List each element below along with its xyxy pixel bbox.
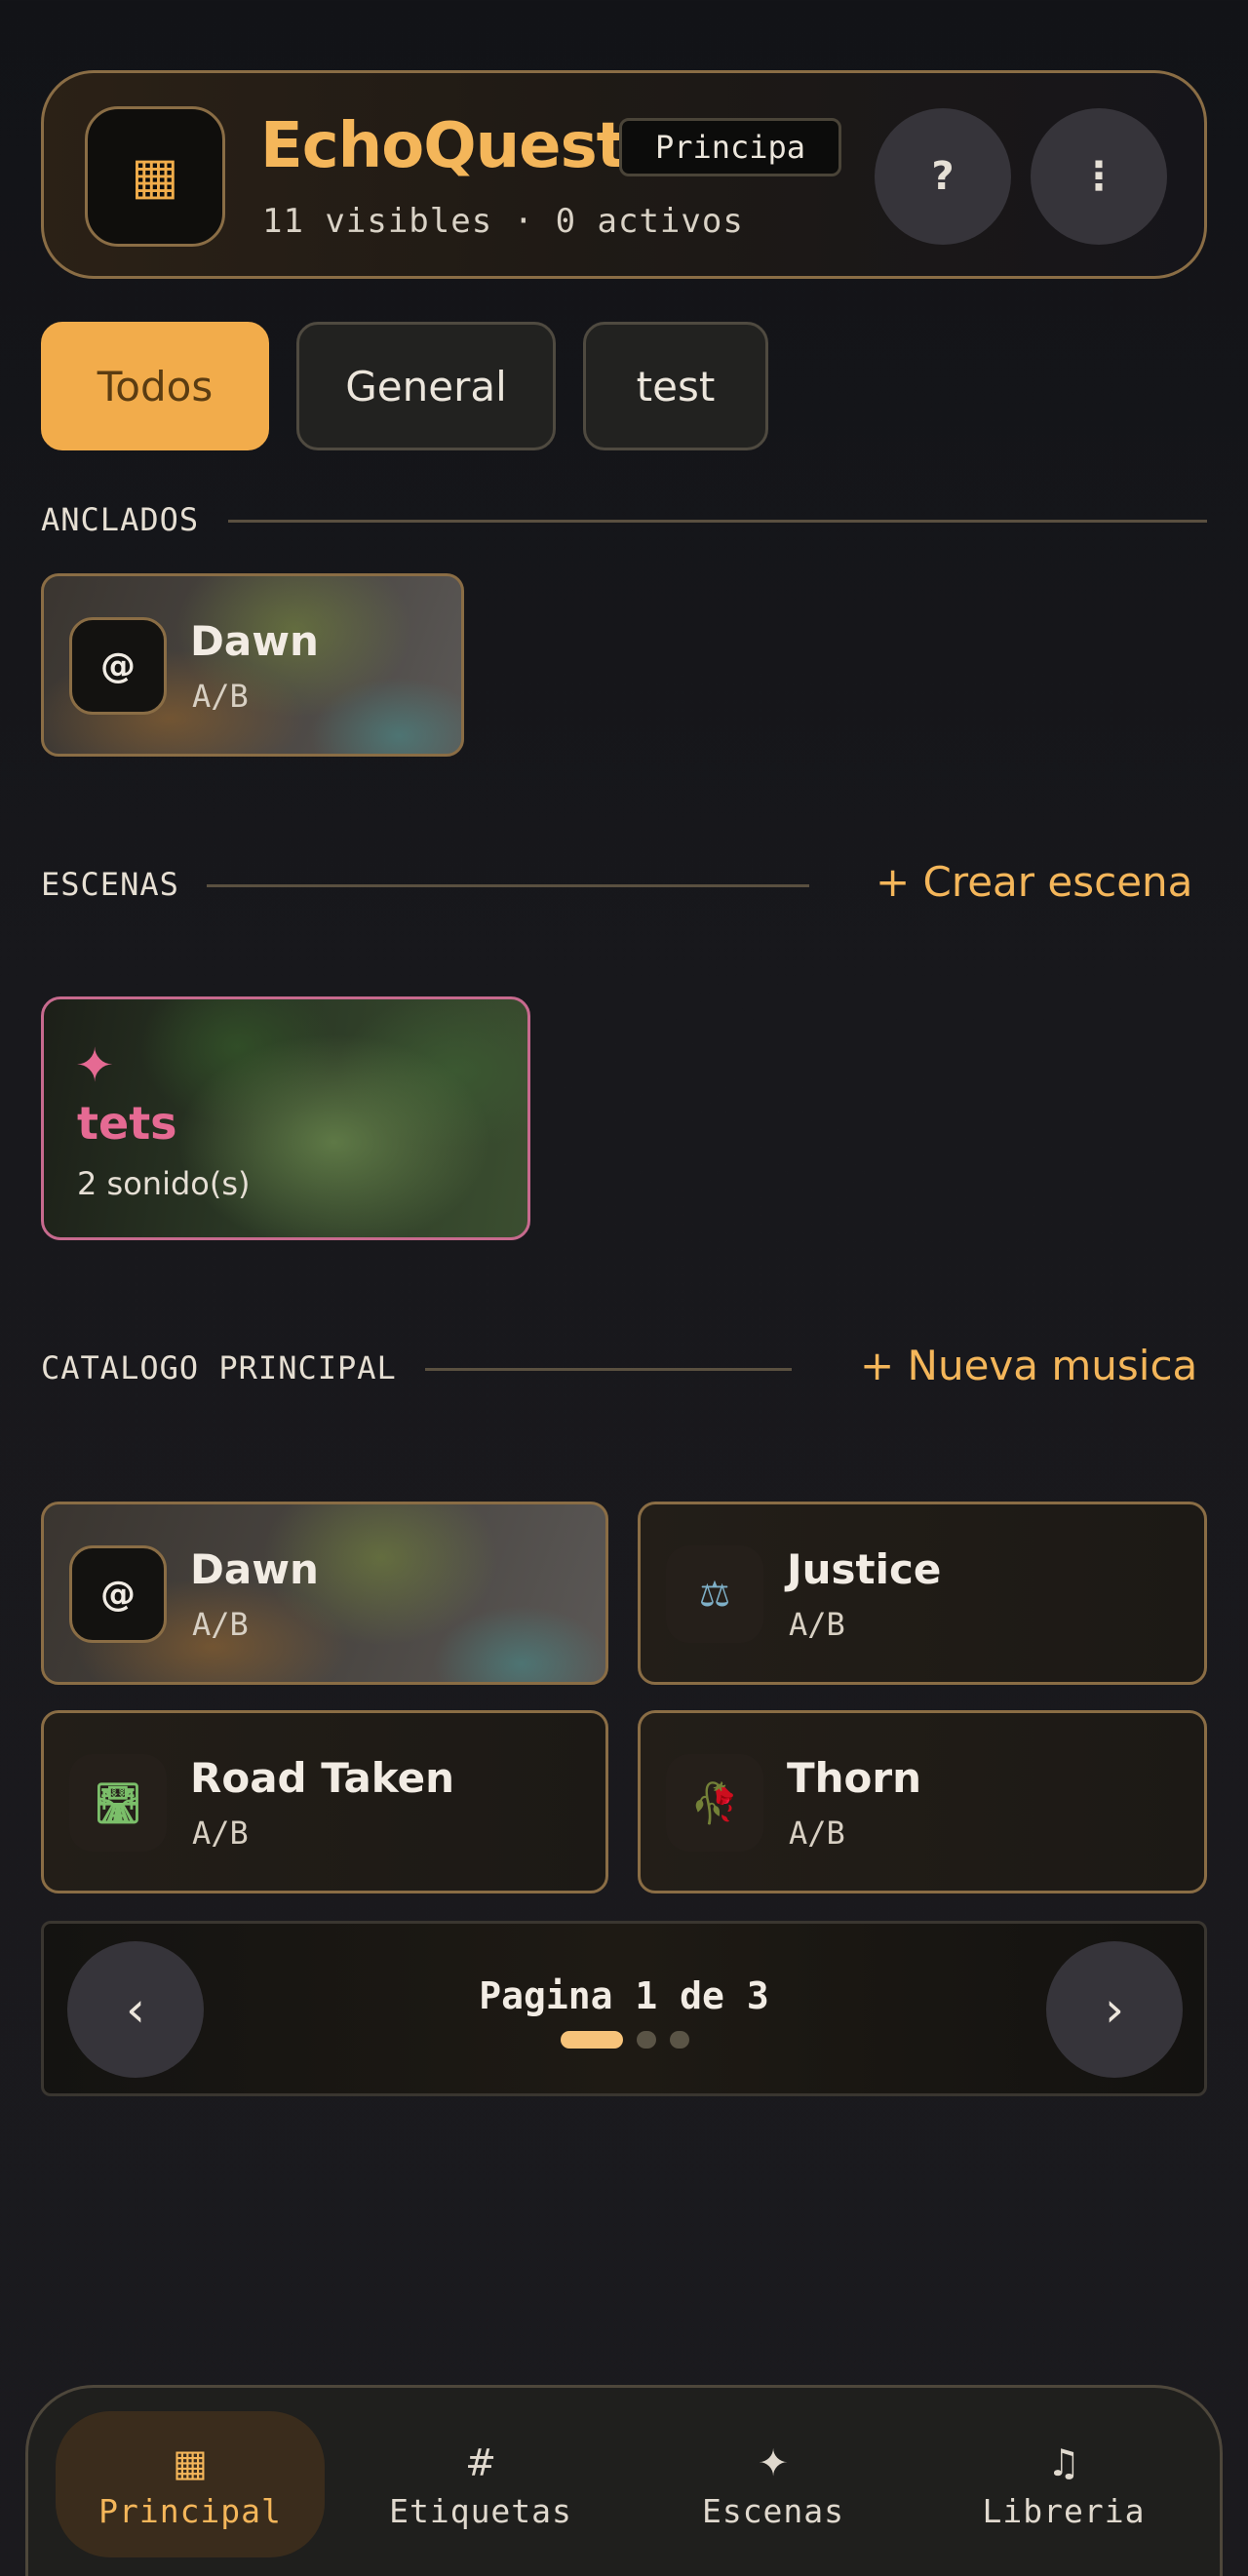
- sound-subtitle: A/B: [192, 1606, 249, 1643]
- sound-subtitle: A/B: [789, 1606, 845, 1643]
- road-icon: 🛣: [69, 1754, 167, 1852]
- app-title: EchoQuest: [260, 110, 626, 182]
- sound-subtitle: A/B: [789, 1815, 845, 1852]
- nav-label: Escenas: [701, 2491, 845, 2530]
- more-menu-button[interactable]: ⋮: [1031, 108, 1167, 245]
- wilted-rose-icon: 🥀: [666, 1754, 763, 1852]
- sparkle-icon: ✦: [75, 1038, 115, 1093]
- grid-icon: ▦: [173, 2440, 208, 2484]
- nav-item-escenas[interactable]: ✦ Escenas: [639, 2411, 908, 2557]
- scene-sound-count: 2 sonido(s): [77, 1165, 251, 1202]
- filter-chip-test[interactable]: test: [583, 322, 768, 450]
- scene-card[interactable]: ✦ tets 2 sonido(s): [41, 996, 530, 1240]
- filter-chip-general[interactable]: General: [296, 322, 556, 450]
- nav-item-libreria[interactable]: ♫ Libreria: [929, 2411, 1198, 2557]
- at-icon: @: [69, 617, 167, 715]
- grid-icon[interactable]: ▦: [85, 106, 225, 247]
- section-title-pinned: ANCLADOS: [41, 501, 200, 538]
- sound-card-road-taken[interactable]: 🛣 Road Taken A/B: [41, 1710, 608, 1893]
- new-music-button[interactable]: + Nueva musica: [860, 1342, 1197, 1389]
- nav-label: Principal: [98, 2491, 282, 2530]
- sound-title: Justice: [787, 1545, 942, 1593]
- mode-badge[interactable]: Principa: [619, 118, 841, 176]
- nav-label: Etiquetas: [389, 2491, 572, 2530]
- header-status: 11 visibles · 0 activos: [262, 202, 744, 241]
- help-button[interactable]: ?: [875, 108, 1011, 245]
- at-icon: @: [69, 1545, 167, 1643]
- page-indicator: Pagina 1 de 3: [479, 1974, 769, 2017]
- nav-label: Libreria: [982, 2491, 1146, 2530]
- section-divider: [425, 1368, 792, 1371]
- sound-title: Dawn: [190, 617, 319, 665]
- page-dot[interactable]: [670, 2031, 689, 2049]
- next-page-button[interactable]: ›: [1046, 1941, 1183, 2078]
- section-divider: [228, 520, 1207, 523]
- app-header: ▦ EchoQuest Principa 11 visibles · 0 act…: [41, 70, 1207, 279]
- nav-item-principal[interactable]: ▦ Principal: [56, 2411, 325, 2557]
- hashtag-icon: #: [465, 2440, 496, 2484]
- page-dot[interactable]: [637, 2031, 656, 2049]
- sound-title: Dawn: [190, 1545, 319, 1593]
- section-divider: [207, 884, 809, 887]
- filter-chip-todos[interactable]: Todos: [41, 322, 269, 450]
- bottom-navigation: ▦ Principal # Etiquetas ✦ Escenas ♫ Libr…: [25, 2385, 1223, 2576]
- scene-title: tets: [77, 1097, 177, 1150]
- sound-subtitle: A/B: [192, 678, 249, 715]
- scales-icon: ⚖: [666, 1545, 763, 1643]
- section-title-catalog: CATALOGO PRINCIPAL: [41, 1349, 397, 1386]
- nav-item-etiquetas[interactable]: # Etiquetas: [346, 2411, 615, 2557]
- create-scene-button[interactable]: + Crear escena: [876, 858, 1192, 906]
- section-title-scenes: ESCENAS: [41, 866, 179, 903]
- sparkle-icon: ✦: [758, 2440, 789, 2484]
- pinned-sound-card[interactable]: @ Dawn A/B: [41, 573, 464, 757]
- sound-subtitle: A/B: [192, 1815, 249, 1852]
- sound-title: Road Taken: [190, 1754, 454, 1802]
- sound-title: Thorn: [787, 1754, 922, 1802]
- pagination: ‹ Pagina 1 de 3 ›: [41, 1921, 1207, 2096]
- sound-card-justice[interactable]: ⚖ Justice A/B: [638, 1502, 1207, 1685]
- sound-card-dawn[interactable]: @ Dawn A/B: [41, 1502, 608, 1685]
- sound-card-thorn[interactable]: 🥀 Thorn A/B: [638, 1710, 1207, 1893]
- page-dot-active[interactable]: [561, 2031, 623, 2049]
- music-note-icon: ♫: [1046, 2440, 1081, 2484]
